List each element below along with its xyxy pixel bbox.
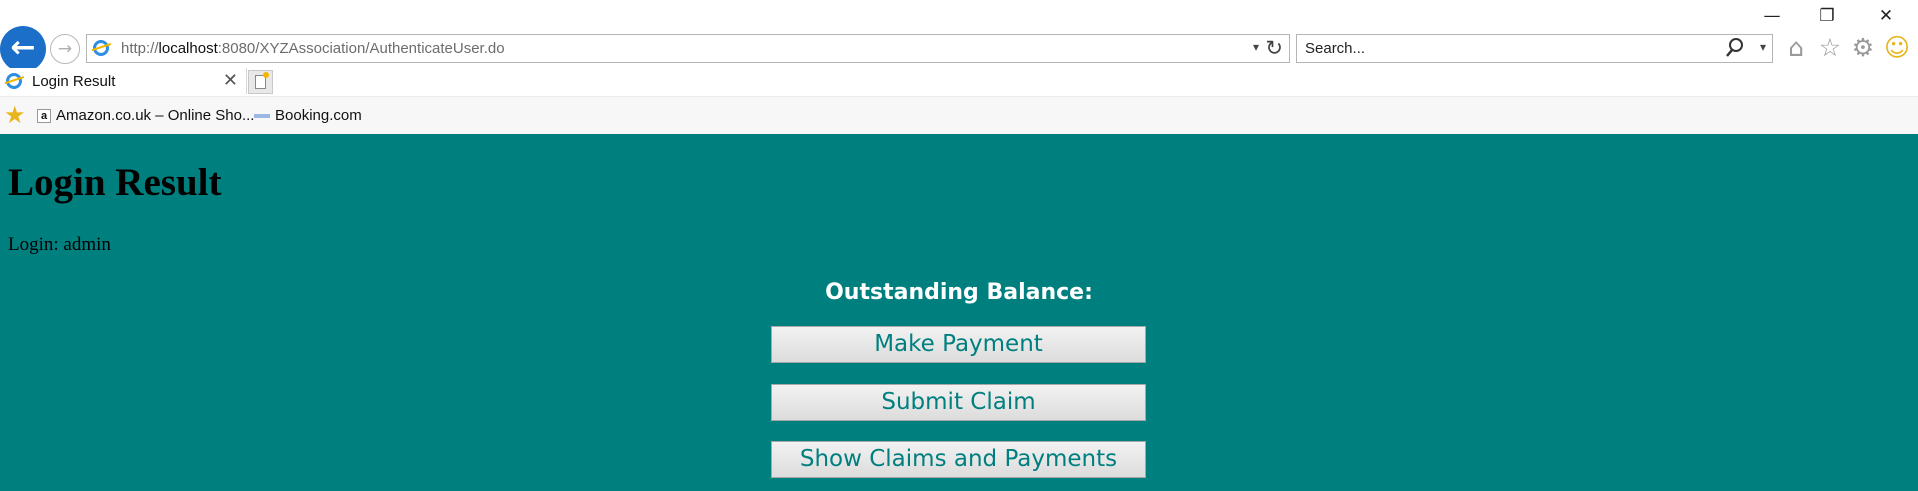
page-content: Login Result Login: admin Outstanding Ba… <box>0 134 1918 491</box>
login-info: Login: admin <box>8 234 111 255</box>
favorites-icon[interactable]: ☆ <box>1816 34 1844 62</box>
ie-page-icon <box>93 40 109 56</box>
refresh-icon[interactable]: ↻ <box>1265 36 1283 60</box>
tab-strip: Login Result ✕ <box>0 68 1918 94</box>
forward-button[interactable]: → <box>50 34 80 64</box>
gear-icon[interactable]: ⚙ <box>1849 34 1877 62</box>
new-tab-button[interactable] <box>248 70 273 94</box>
arrow-right-icon: → <box>57 39 73 59</box>
search-box[interactable]: Search... ▾ <box>1296 34 1773 63</box>
star-add-favorite-icon[interactable]: ★ <box>4 101 26 129</box>
favorite-link-amazon[interactable]: Amazon.co.uk – Online Sho... <box>56 107 254 124</box>
tab-login-result[interactable]: Login Result ✕ <box>0 68 247 94</box>
search-icon[interactable] <box>1724 36 1746 60</box>
submit-claim-button[interactable]: Submit Claim <box>771 384 1146 421</box>
tab-label: Login Result <box>32 73 116 90</box>
amazon-icon: a <box>37 109 51 123</box>
outstanding-balance-label: Outstanding Balance: <box>825 280 1093 305</box>
chevron-down-icon[interactable]: ▾ <box>1253 40 1259 54</box>
close-window-button[interactable]: ✕ <box>1866 4 1906 28</box>
page-title: Login Result <box>8 161 222 204</box>
chevron-down-icon[interactable]: ▾ <box>1760 40 1766 54</box>
back-button[interactable]: ← <box>0 26 46 72</box>
url-text[interactable]: http://localhost:8080/XYZAssociation/Aut… <box>121 40 505 57</box>
search-input[interactable]: Search... <box>1305 40 1365 57</box>
browser-chrome: — ❐ ✕ ← → http://localhost:8080/XYZAssoc… <box>0 0 1918 135</box>
new-tab-icon <box>255 72 269 89</box>
address-bar[interactable]: http://localhost:8080/XYZAssociation/Aut… <box>86 34 1290 63</box>
show-claims-payments-button[interactable]: Show Claims and Payments <box>771 441 1146 478</box>
smiley-feedback-icon[interactable]: ☺ <box>1883 34 1911 62</box>
booking-icon <box>254 114 270 118</box>
restore-button[interactable]: ❐ <box>1807 4 1847 28</box>
close-icon[interactable]: ✕ <box>223 70 238 91</box>
favorite-link-booking[interactable]: Booking.com <box>275 107 362 124</box>
favorites-bar: ★ a Amazon.co.uk – Online Sho... Booking… <box>0 96 1918 135</box>
arrow-left-icon: ← <box>10 30 36 65</box>
minimize-button[interactable]: — <box>1752 4 1792 28</box>
home-icon[interactable]: ⌂ <box>1782 34 1810 62</box>
ie-page-icon <box>6 73 22 89</box>
make-payment-button[interactable]: Make Payment <box>771 326 1146 363</box>
